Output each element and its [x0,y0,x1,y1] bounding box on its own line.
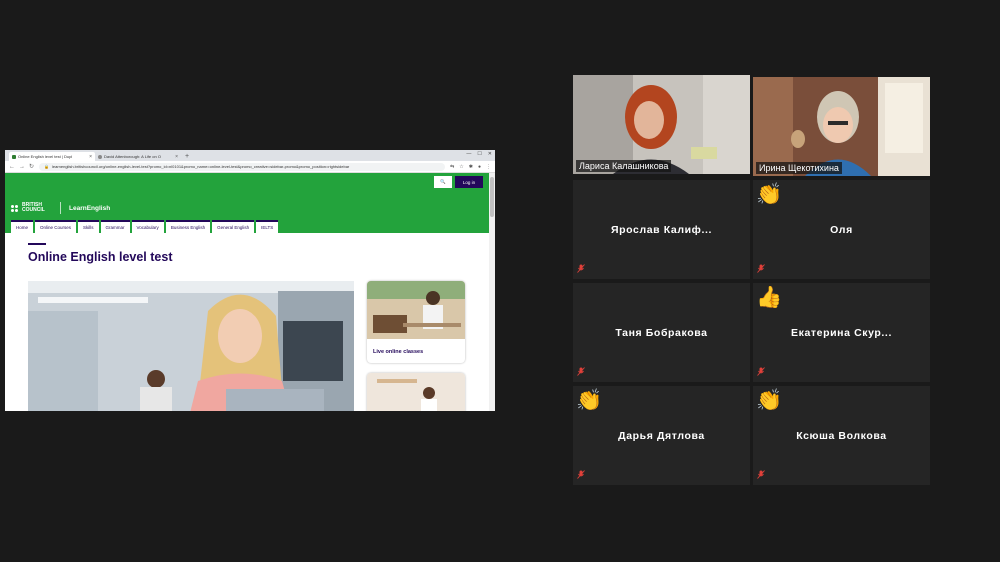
extensions-icon[interactable]: ✱ [469,164,473,170]
muted-mic-icon [577,367,585,376]
british-council-logo-icon [11,204,18,212]
participant-tile-6[interactable]: 👍 Екатерина Скур... [753,283,930,382]
site-logo[interactable]: BRITISH COUNCIL LearnEnglish [11,202,110,214]
site-search-button[interactable]: 🔍 [434,176,452,188]
url-text: learnenglish.britishcouncil.org/online-e… [51,164,350,169]
bookmark-star-icon[interactable]: ☆ [459,164,463,170]
page-title: Online English level test [28,250,173,264]
muted-mic-icon [757,264,765,273]
participant-tile-1[interactable]: Лариса Калашникова [573,75,750,174]
british-council-favicon-icon [12,154,16,159]
promo-card-2[interactable] [367,373,465,411]
nav-tab-general-english[interactable]: General English [212,220,255,233]
translate-icon[interactable]: ⇆ [450,164,454,170]
browser-tab-attenborough[interactable]: David Attenborough: A Life on O × [95,152,181,161]
nav-tab-business-english[interactable]: Business English [165,220,211,233]
woman-at-laptop-photo [28,281,354,411]
close-tab-icon[interactable]: × [175,154,178,160]
search-icon: 🔍 [440,179,446,184]
tab-title: Online English level test | Dupl [18,154,73,159]
participant-name: Ярослав Калиф... [611,224,712,236]
browser-menu-icon[interactable]: ⋮ [486,164,491,170]
close-tab-icon[interactable]: × [89,154,92,160]
nav-tab-online-courses[interactable]: Online Courses [35,220,77,233]
forward-arrow-icon[interactable]: → [19,164,25,170]
site-nav: Home Online Courses Skills Grammar Vocab… [11,220,279,233]
product-name: LearnEnglish [69,204,111,212]
nav-tab-grammar[interactable]: Grammar [100,220,130,233]
participant-tile-7[interactable]: 👏 Дарья Дятлова [573,386,750,485]
globe-favicon-icon [98,154,102,159]
promo-card-live-classes[interactable]: Live online classes [367,281,465,363]
muted-mic-icon [577,470,585,479]
tab-title: David Attenborough: A Life on O [104,154,161,159]
teacher-photo [367,281,465,339]
nav-tab-vocabulary[interactable]: Vocabulary [131,220,164,233]
reload-icon[interactable]: ↻ [29,163,34,170]
participant-name-label: Лариса Калашникова [576,160,672,172]
participant-name: Таня Бобракова [615,327,708,339]
participant-tile-2[interactable]: Ирина Щекотихина [753,77,930,176]
thumbs-up-reaction-icon: 👍 [756,286,783,309]
window-controls: — ☐ ✕ [466,151,492,157]
card-label: Live online classes [373,349,424,355]
clapping-hands-reaction-icon: 👏 [756,183,783,206]
close-window-icon[interactable]: ✕ [488,151,492,157]
logo-divider [60,202,61,214]
site-header: 🔍 Log in BRITISH COUNCIL LearnEnglish Ho… [5,173,489,233]
address-bar-row: ← → ↻ 🔒 learnenglish.britishcouncil.org/… [5,161,495,173]
brand-line-2: COUNCIL [22,207,45,213]
shared-screen: Online English level test | Dupl × David… [5,150,495,411]
nav-tab-ielts[interactable]: IELTS [256,220,279,233]
muted-mic-icon [577,264,585,273]
participant-tile-5[interactable]: Таня Бобракова [573,283,750,382]
muted-mic-icon [757,470,765,479]
scrollbar-thumb[interactable] [490,177,494,217]
participant-name: Оля [830,224,853,236]
participant-tile-8[interactable]: 👏 Ксюша Волкова [753,386,930,485]
nav-tab-skills[interactable]: Skills [78,220,99,233]
meeting-stage: Online English level test | Dupl × David… [0,0,1000,562]
web-page: 🔍 Log in BRITISH COUNCIL LearnEnglish Ho… [5,173,489,411]
browser-tab-strip: Online English level test | Dupl × David… [5,150,495,161]
back-arrow-icon[interactable]: ← [9,164,15,170]
participant-tile-4[interactable]: 👏 Оля [753,180,930,279]
student-photo [367,373,465,411]
profile-icon[interactable]: ● [478,164,481,170]
new-tab-button[interactable]: + [181,152,193,161]
title-accent-rule [28,243,46,245]
participant-name: Ксюша Волкова [796,430,887,442]
clapping-hands-reaction-icon: 👏 [756,389,783,412]
nav-tab-home[interactable]: Home [11,220,34,233]
lock-icon: 🔒 [44,164,49,169]
hero-photo [28,281,354,411]
browser-tab-level-test[interactable]: Online English level test | Dupl × [9,152,95,161]
participant-name-label: Ирина Щекотихина [756,162,842,174]
clapping-hands-reaction-icon: 👏 [576,389,603,412]
participant-name: Екатерина Скур... [791,327,892,339]
muted-mic-icon [757,367,765,376]
brand-name: BRITISH COUNCIL [22,203,52,213]
url-field[interactable]: 🔒 learnenglish.britishcouncil.org/online… [39,162,446,171]
login-button[interactable]: Log in [455,176,483,188]
participant-tile-3[interactable]: Ярослав Калиф... [573,180,750,279]
participant-name: Дарья Дятлова [618,430,705,442]
page-scrollbar[interactable] [489,173,495,411]
maximize-icon[interactable]: ☐ [477,151,481,157]
minimize-icon[interactable]: — [466,151,471,157]
